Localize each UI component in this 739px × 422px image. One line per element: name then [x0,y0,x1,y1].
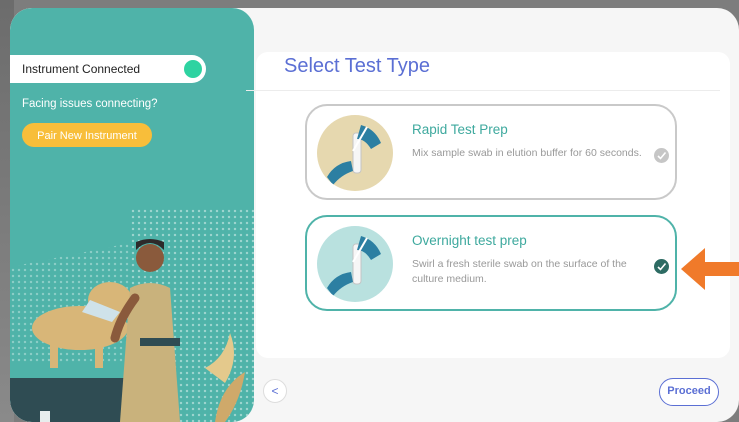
option-description: Mix sample swab in elution buffer for 60… [412,147,642,159]
back-button[interactable]: < [263,379,287,403]
title-divider [246,90,720,91]
option-overnight-test-prep[interactable]: Overnight test prep Swirl a fresh steril… [305,215,677,311]
rapid-test-illustration [317,115,393,191]
option-title: Rapid Test Prep [412,122,508,137]
option-title: Overnight test prep [412,233,527,248]
connection-issues-text: Facing issues connecting? [22,98,158,110]
connected-indicator-icon [184,60,202,78]
option-description: Swirl a fresh sterile swab on the surfac… [412,258,627,285]
pair-new-instrument-button[interactable]: Pair New Instrument [22,123,152,147]
unselected-check-icon [654,148,669,163]
selected-check-icon [654,259,669,274]
sidebar: Instrument Connected Facing issues conne… [10,8,254,422]
pointer-arrow-icon [681,248,739,290]
overnight-test-illustration [317,226,393,302]
proceed-button[interactable]: Proceed [659,378,719,406]
option-rapid-test-prep[interactable]: Rapid Test Prep Mix sample swab in eluti… [305,104,677,200]
veterinarian-illustration [10,239,245,422]
instrument-status: Instrument Connected [10,55,206,83]
test-selection-card [256,52,730,358]
instrument-status-label: Instrument Connected [22,62,141,76]
page-title: Select Test Type [284,55,431,77]
